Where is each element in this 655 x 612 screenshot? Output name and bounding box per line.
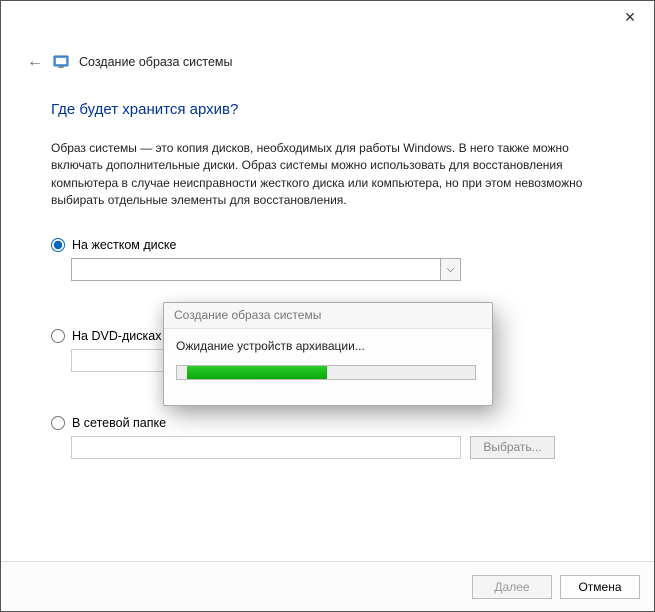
radio-hdd[interactable] (51, 238, 65, 252)
wizard-window: ✕ ← Создание образа системы Где будет хр… (0, 0, 655, 612)
system-image-icon (53, 54, 69, 70)
radio-network-label: В сетевой папке (72, 416, 166, 430)
header: ← Создание образа системы (27, 53, 232, 71)
popup-title: Создание образа системы (164, 303, 492, 329)
progress-bar (176, 365, 476, 380)
option-hdd: На жестком диске ⌵ (51, 238, 604, 281)
hdd-dropdown[interactable]: ⌵ (71, 258, 461, 281)
radio-network[interactable] (51, 416, 65, 430)
header-title: Создание образа системы (79, 55, 232, 69)
network-path-field[interactable] (71, 436, 461, 459)
footer: Далее Отмена (1, 561, 654, 611)
back-arrow-icon[interactable]: ← (27, 53, 43, 71)
radio-dvd[interactable] (51, 329, 65, 343)
radio-hdd-label: На жестком диске (72, 238, 176, 252)
close-icon[interactable]: ✕ (616, 7, 644, 27)
page-description: Образ системы — это копия дисков, необхо… (51, 140, 604, 210)
next-button[interactable]: Далее (472, 575, 552, 599)
content-area: Где будет хранится архив? Образ системы … (51, 101, 604, 469)
popup-message: Ожидание устройств архивации... (176, 339, 480, 353)
page-question: Где будет хранится архив? (51, 101, 604, 118)
popup-body: Ожидание устройств архивации... (164, 329, 492, 390)
chevron-down-icon[interactable]: ⌵ (440, 259, 460, 280)
cancel-button[interactable]: Отмена (560, 575, 640, 599)
progress-fill (187, 366, 327, 379)
progress-popup: Создание образа системы Ожидание устройс… (163, 302, 493, 406)
radio-dvd-label: На DVD-дисках (72, 329, 161, 343)
option-network: В сетевой папке Выбрать... (51, 416, 604, 459)
choose-button[interactable]: Выбрать... (470, 436, 554, 459)
